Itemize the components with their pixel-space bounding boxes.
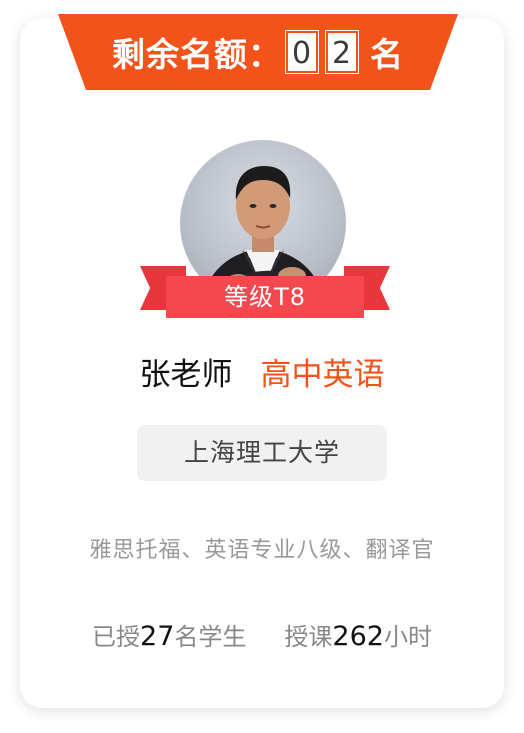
quota-label: 剩余名额：	[112, 35, 282, 74]
teacher-subject: 高中英语	[260, 357, 385, 393]
hours-prefix: 授课	[284, 623, 333, 651]
teacher-name: 张老师	[139, 357, 233, 393]
quota-digit: 0	[285, 30, 319, 74]
level-ribbon: 等级T8	[140, 266, 390, 320]
level-badge: 等级T8	[166, 276, 364, 318]
hours-suffix: 小时	[383, 623, 432, 651]
qualification-tags: 雅思托福、英语专业八级、翻译官	[89, 538, 435, 563]
hours-count: 262	[332, 621, 384, 652]
students-count: 27	[140, 621, 175, 652]
remaining-quota-banner: 剩余名额： 0 2 名	[58, 14, 458, 90]
quota-unit: 名	[370, 35, 404, 74]
students-prefix: 已授	[92, 623, 141, 651]
page: 剩余名额： 0 2 名 等级T8 张老师 高中英语 上海理工大学 雅思托福、英语…	[0, 0, 524, 733]
students-suffix: 名学生	[174, 623, 247, 651]
school-badge: 上海理工大学	[137, 425, 387, 481]
name-row: 张老师 高中英语	[0, 354, 524, 396]
teaching-stats: 已授27名学生 授课262小时	[0, 618, 524, 656]
quota-digit: 2	[325, 30, 359, 74]
